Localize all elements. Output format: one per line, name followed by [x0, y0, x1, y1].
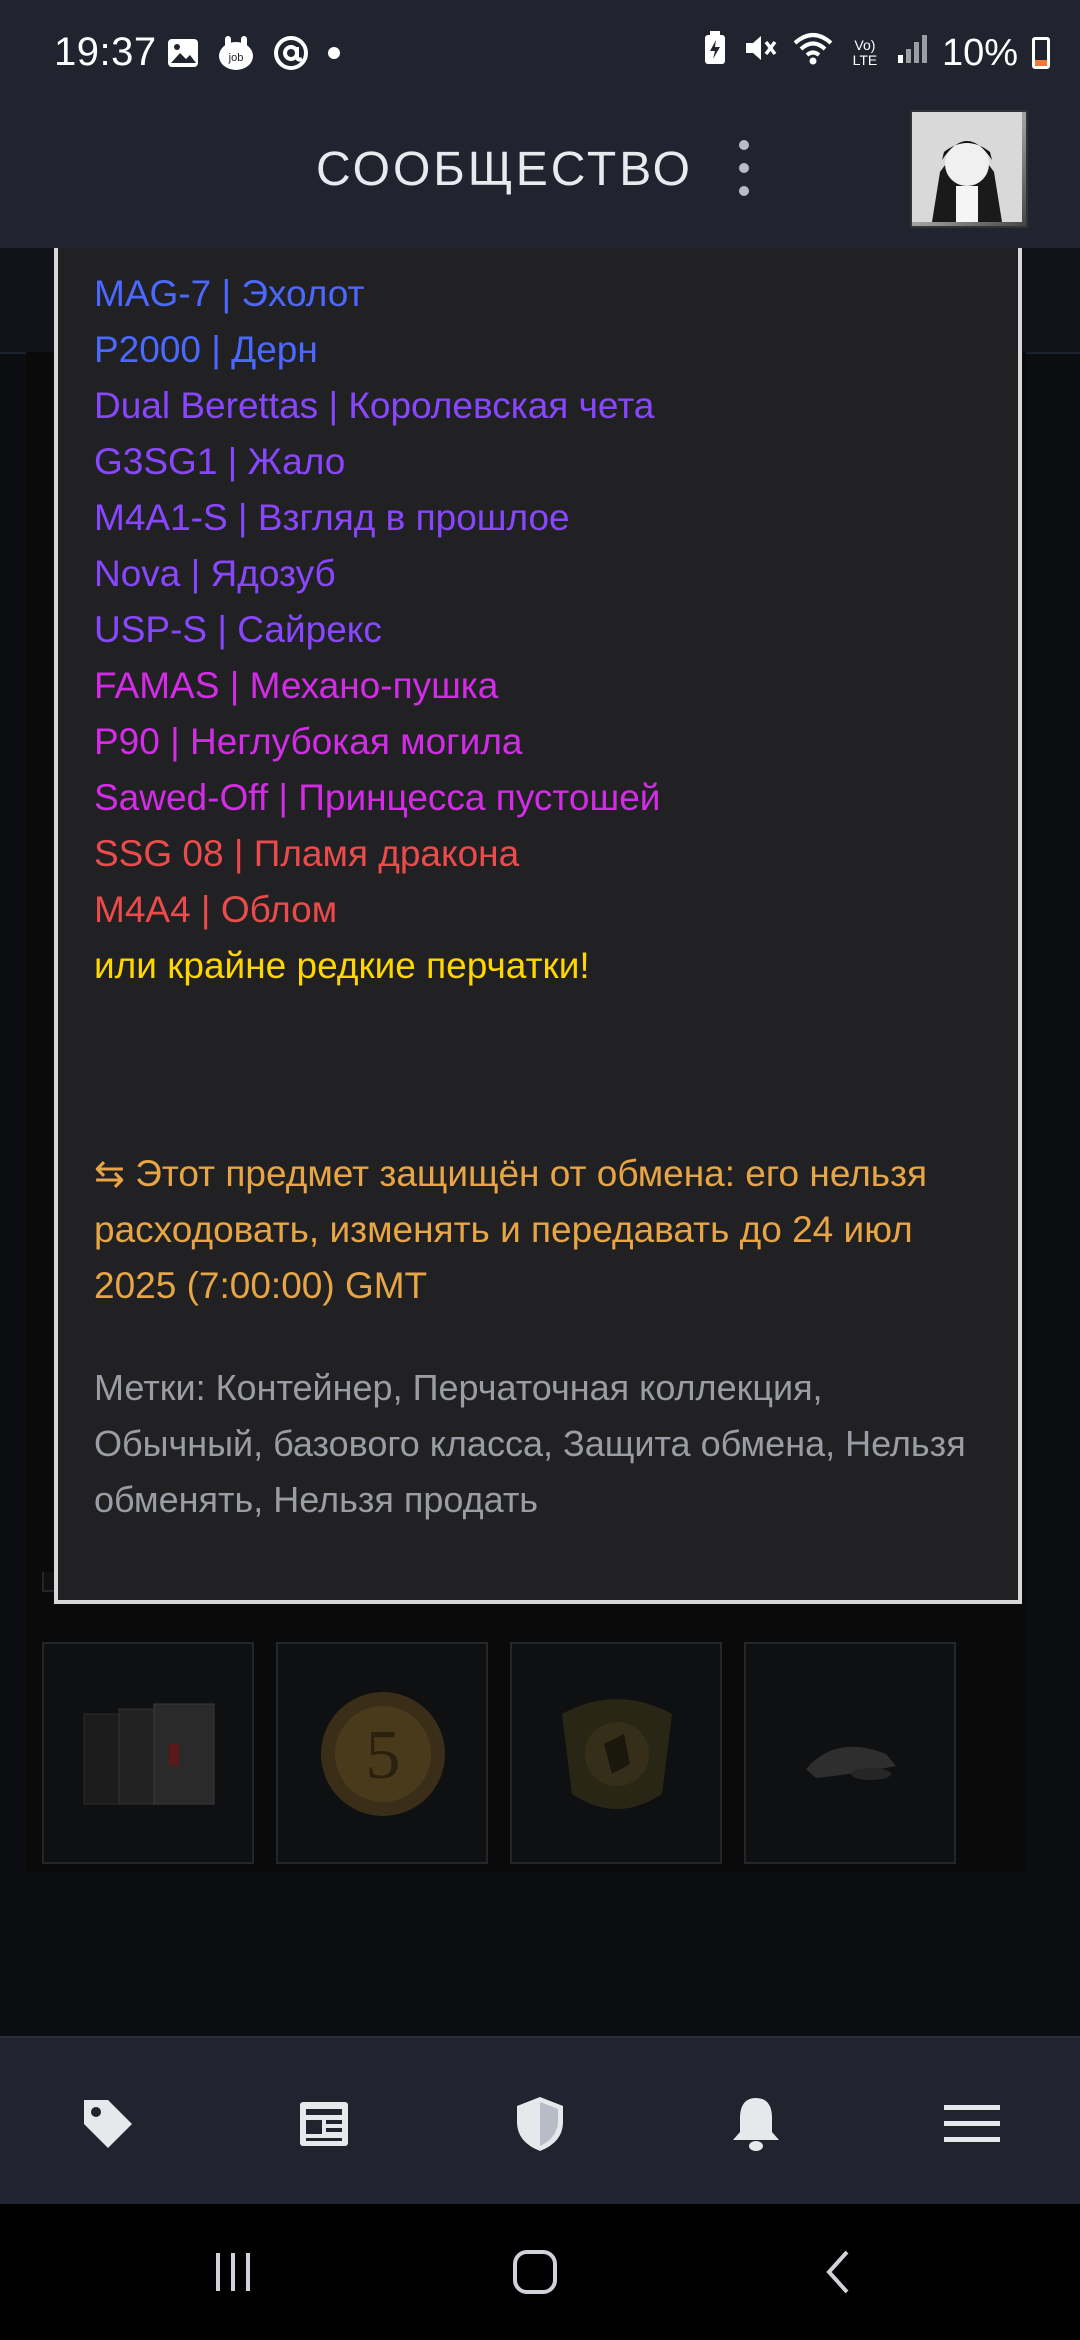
- item-description-tooltip: MAG-7 | Эхолот P2000 | Дерн Dual Berettas …: [54, 248, 1022, 1604]
- home-button[interactable]: [500, 2244, 570, 2300]
- battery-saver-icon: [702, 30, 728, 76]
- battery-text: 10%: [941, 31, 1018, 74]
- gallery-icon: [166, 36, 200, 75]
- case-item-line: Nova | Ядозуб: [94, 553, 336, 594]
- menu-icon[interactable]: [940, 2092, 1004, 2156]
- case-item-line: USP-S | Сайрекс: [94, 609, 382, 650]
- system-status: Vo) LTE 10%: [702, 30, 1050, 76]
- case-item-line: Dual Berettas | Королевская чета: [94, 385, 655, 426]
- case-item-line: P90 | Неглубокая могила: [94, 721, 523, 762]
- android-navigation-bar: [0, 2204, 1080, 2340]
- notification-icons: job: [166, 34, 342, 77]
- case-item-line: M4A4 | Облом: [94, 889, 338, 930]
- inventory-slot[interactable]: [42, 1642, 254, 1864]
- inventory-slot[interactable]: 5: [276, 1642, 488, 1864]
- status-time: 19:37: [54, 30, 157, 74]
- shield-icon[interactable]: [508, 2092, 572, 2156]
- mute-icon: [742, 30, 778, 76]
- back-button[interactable]: [804, 2244, 874, 2300]
- avatar[interactable]: [910, 110, 1028, 228]
- svg-text:5: 5: [366, 1717, 401, 1794]
- volte-icon: Vo) LTE: [852, 37, 878, 68]
- svg-text:job: job: [228, 52, 244, 64]
- rare-gloves-text: или крайне редкие перчатки!: [94, 945, 590, 986]
- case-item-line: Sawed-Off | Принцесса пустошей: [94, 777, 661, 818]
- signal-icon: [896, 31, 928, 75]
- trade-protection-notice: ⇆ Этот предмет защищён от обмена: его не…: [94, 1153, 928, 1306]
- item-tags: Метки: Контейнер, Перчаточная коллекция,…: [94, 1367, 966, 1520]
- inventory-slot[interactable]: [510, 1642, 722, 1864]
- inventory-slot[interactable]: [744, 1642, 956, 1864]
- job-app-icon: job: [216, 34, 256, 77]
- recents-button[interactable]: [198, 2244, 268, 2300]
- at-icon: [272, 34, 310, 77]
- app-header: СООБЩЕСТВО: [0, 110, 1080, 248]
- item-contents-list: MAG-7 | Эхолот P2000 | Дерн Dual Berettas …: [94, 266, 994, 938]
- case-item-line: MAG-7 | Эхолот: [94, 273, 365, 314]
- cap-icon: [806, 1746, 896, 1780]
- status-bar: 19:37 job Vo) LTE 10%: [0, 0, 1080, 110]
- case-item-line: M4A1-S | Взгляд в прошлое: [94, 497, 570, 538]
- coin-5-icon: 5: [321, 1692, 445, 1816]
- case-item-line: G3SG1 | Жало: [94, 441, 346, 482]
- dot-icon: [326, 45, 342, 66]
- wifi-icon: [792, 30, 834, 76]
- case-item-line: FAMAS | Механо-пушка: [94, 665, 499, 706]
- csgo-badge-icon: [562, 1699, 672, 1809]
- case-stack-icon: [83, 1703, 215, 1805]
- case-item-line: P2000 | Дерн: [94, 329, 318, 370]
- news-icon[interactable]: [292, 2092, 356, 2156]
- case-item-line: SSG 08 | Пламя дракона: [94, 833, 520, 874]
- tag-icon[interactable]: [76, 2092, 140, 2156]
- battery-icon: [1032, 37, 1050, 69]
- page-title: СООБЩЕСТВО: [316, 143, 693, 196]
- bottom-navigation: [0, 2036, 1080, 2206]
- more-menu-icon[interactable]: [732, 140, 756, 196]
- bell-icon[interactable]: [724, 2092, 788, 2156]
